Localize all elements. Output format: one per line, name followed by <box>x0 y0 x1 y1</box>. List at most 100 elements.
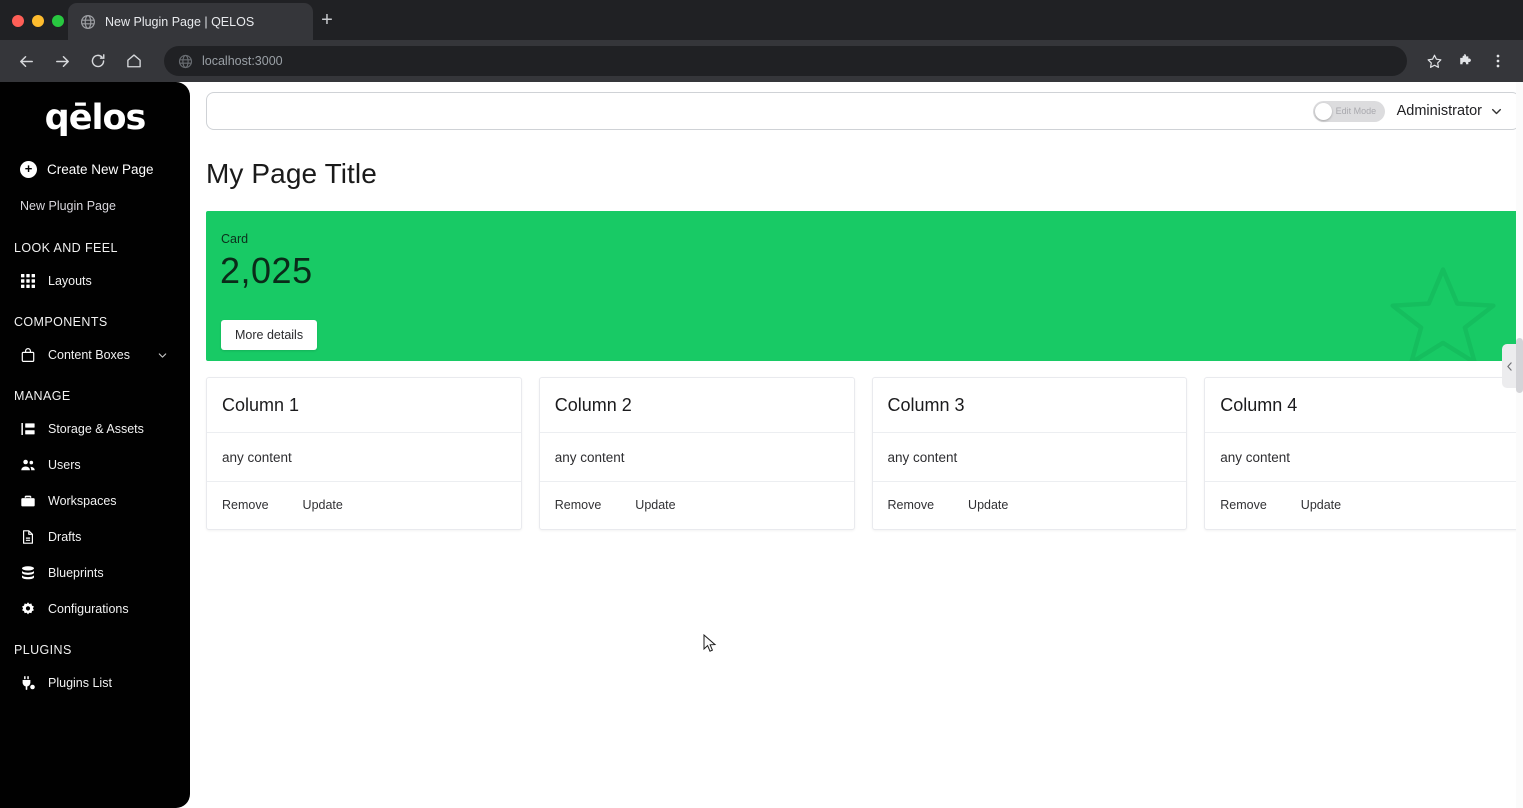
update-link[interactable]: Update <box>968 498 1008 512</box>
briefcase-icon <box>21 495 35 507</box>
mouse-cursor <box>703 634 717 652</box>
sidebar-item-new-plugin-page[interactable]: New Plugin Page <box>0 187 190 225</box>
column-card-title: Column 2 <box>539 378 854 433</box>
column-card-actions: Remove Update <box>1205 482 1519 529</box>
window-traffic-lights <box>0 15 64 40</box>
remove-link[interactable]: Remove <box>1220 498 1267 512</box>
browser-toolbar: localhost:3000 <box>0 40 1523 82</box>
page-scrollbar[interactable] <box>1516 82 1523 808</box>
app-logo[interactable]: qēlos <box>0 82 190 152</box>
sidebar-item-users[interactable]: Users <box>0 447 190 483</box>
column-card-actions: Remove Update <box>873 482 1187 529</box>
home-button[interactable] <box>118 45 150 77</box>
column-card-content: any content <box>207 433 521 482</box>
stat-card-value: 2,025 <box>220 250 313 291</box>
sidebar-item-plugins-list[interactable]: Plugins List <box>0 665 190 701</box>
sidebar-item-label: Plugins List <box>48 676 112 690</box>
gear-icon <box>22 602 34 615</box>
sidebar-item-configurations[interactable]: Configurations <box>0 591 190 627</box>
sidebar-item-label: Create New Page <box>47 162 154 177</box>
three-dots-vertical-icon <box>1496 54 1500 68</box>
puzzle-icon <box>1460 53 1471 65</box>
column-card-content: any content <box>539 433 854 482</box>
sidebar-item-label: Configurations <box>48 602 129 616</box>
more-details-button[interactable]: More details <box>221 320 318 350</box>
arrow-right-icon <box>55 55 69 67</box>
update-link[interactable]: Update <box>303 498 343 512</box>
sidebar-item-blueprints[interactable]: Blueprints <box>0 555 190 591</box>
tab-title: New Plugin Page | QELOS <box>105 14 255 29</box>
sidebar-item-create-new-page[interactable]: + Create New Page <box>0 152 190 187</box>
column-card-title: Column 4 <box>1205 378 1519 433</box>
scrollbar-thumb[interactable] <box>1516 338 1523 393</box>
minimize-window-button[interactable] <box>32 15 44 27</box>
address-bar[interactable]: localhost:3000 <box>164 46 1407 76</box>
globe-icon <box>80 14 96 29</box>
chevron-down-icon <box>158 352 167 358</box>
sidebar-item-storage-and-assets[interactable]: Storage & Assets <box>0 411 190 447</box>
sidebar-item-layouts[interactable]: Layouts <box>0 263 190 299</box>
storage-icon <box>21 423 35 435</box>
sidebar-section-manage: MANAGE <box>14 389 71 403</box>
sidebar-collapse-handle[interactable] <box>1502 344 1517 388</box>
column-card: Column 1 any content Remove Update <box>206 377 522 530</box>
sidebar: qēlos + Create New Page New Plugin Page … <box>0 82 190 808</box>
column-card-content: any content <box>1205 433 1519 482</box>
column-card-title: Column 1 <box>207 378 521 433</box>
star-icon <box>1427 54 1441 68</box>
chevron-down-icon <box>1492 108 1501 114</box>
sidebar-item-label: Blueprints <box>48 566 104 580</box>
globe-icon <box>178 54 193 68</box>
back-button[interactable] <box>10 45 42 77</box>
remove-link[interactable]: Remove <box>888 498 935 512</box>
document-icon <box>23 530 33 544</box>
close-window-button[interactable] <box>12 15 24 27</box>
remove-link[interactable]: Remove <box>555 498 602 512</box>
box-icon <box>21 348 35 363</box>
sidebar-section-components: COMPONENTS <box>14 315 108 329</box>
home-icon <box>127 54 141 68</box>
reload-icon <box>91 54 105 68</box>
new-tab-button[interactable]: + <box>313 6 341 34</box>
edit-mode-toggle[interactable]: Edit Mode <box>1312 100 1385 122</box>
address-bar-url: localhost:3000 <box>202 54 283 68</box>
reload-button[interactable] <box>82 45 114 77</box>
column-card-content: any content <box>872 433 1187 482</box>
maximize-window-button[interactable] <box>52 15 64 27</box>
sidebar-item-workspaces[interactable]: Workspaces <box>0 483 190 519</box>
sidebar-item-label: New Plugin Page <box>20 199 116 213</box>
star-outline-icon <box>1390 267 1496 361</box>
sidebar-item-label: Layouts <box>48 274 92 288</box>
sidebar-section-plugins: PLUGINS <box>14 643 72 657</box>
user-name: Administrator <box>1396 103 1482 119</box>
arrow-left-icon <box>19 55 33 67</box>
sidebar-item-label: Workspaces <box>48 494 117 508</box>
page-viewport: qēlos + Create New Page New Plugin Page … <box>0 82 1523 808</box>
sidebar-item-label: Drafts <box>48 530 82 544</box>
forward-button[interactable] <box>46 45 78 77</box>
sidebar-item-label: Content Boxes <box>48 348 130 362</box>
update-link[interactable]: Update <box>635 498 675 512</box>
column-card-actions: Remove Update <box>540 482 854 529</box>
column-card-actions: Remove Update <box>207 482 521 529</box>
edit-mode-label: Edit Mode <box>1335 106 1377 116</box>
column-card: Column 4 any content Remove Update <box>1204 377 1520 530</box>
main-content: Edit Mode Administrator My Page Title Ca… <box>190 82 1523 808</box>
database-icon <box>22 566 34 580</box>
bookmark-button[interactable] <box>1419 46 1449 76</box>
page-title: My Page Title <box>206 158 377 189</box>
remove-link[interactable]: Remove <box>222 498 269 512</box>
users-icon <box>21 459 35 471</box>
user-menu[interactable]: Administrator <box>1397 103 1503 119</box>
stat-card: Card 2,025 More details <box>206 211 1520 361</box>
sidebar-item-label: Users <box>48 458 81 472</box>
sidebar-section-look-and-feel: LOOK AND FEEL <box>14 241 118 255</box>
browser-tab[interactable]: New Plugin Page | QELOS <box>68 3 313 40</box>
app-topbar: Edit Mode Administrator <box>206 92 1520 130</box>
toolbar-actions <box>1419 46 1513 76</box>
extensions-button[interactable] <box>1451 46 1481 76</box>
browser-menu-button[interactable] <box>1483 46 1513 76</box>
sidebar-item-drafts[interactable]: Drafts <box>0 519 190 555</box>
update-link[interactable]: Update <box>1301 498 1341 512</box>
sidebar-item-content-boxes[interactable]: Content Boxes <box>0 337 190 373</box>
